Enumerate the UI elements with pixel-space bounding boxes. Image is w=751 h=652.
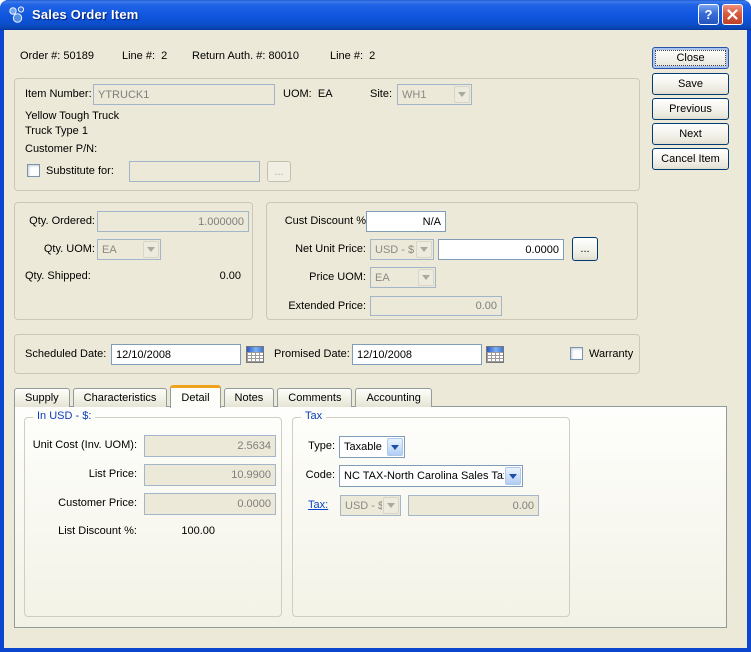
price-uom-select[interactable]: EA xyxy=(370,267,436,288)
promised-calendar-icon[interactable] xyxy=(486,346,504,363)
item-description-line1: Yellow Tough Truck xyxy=(25,110,119,122)
customer-price-label: Customer Price: xyxy=(27,497,137,509)
chevron-down-icon xyxy=(454,86,470,103)
qty-shipped-value: 0.00 xyxy=(97,270,241,282)
detail-tab-panel: In USD - $: Unit Cost (Inv. UOM): 2.5634… xyxy=(14,406,727,628)
tax-code-label: Code: xyxy=(297,469,335,481)
tax-code-select[interactable]: NC TAX-North Carolina Sales Tax xyxy=(339,465,523,487)
chevron-down-icon xyxy=(418,269,434,286)
scheduled-date-label: Scheduled Date: xyxy=(25,348,106,360)
qty-shipped-label: Qty. Shipped: xyxy=(25,270,91,282)
site-select[interactable]: WH1 xyxy=(397,84,472,105)
net-unit-price-field[interactable]: 0.0000 xyxy=(438,239,564,260)
list-price-field[interactable]: 10.9900 xyxy=(144,464,276,486)
tax-group: Tax Type: Taxable Code: NC TAX-North Car… xyxy=(292,417,570,617)
next-button[interactable]: Next xyxy=(652,123,729,145)
chevron-down-icon xyxy=(416,241,432,258)
close-icon xyxy=(727,9,738,20)
scheduled-date-field[interactable]: 12/10/2008 xyxy=(111,344,241,365)
order-info-row: Order #: 50189 Line #: 2 Return Auth. #:… xyxy=(0,50,650,64)
cust-discount-field[interactable]: N/A xyxy=(366,211,446,232)
line-number-1: Line #: 2 xyxy=(122,50,167,62)
help-icon: ? xyxy=(705,7,713,22)
return-auth-number: Return Auth. #: 80010 xyxy=(192,50,299,62)
titlebar[interactable]: Sales Order Item ? xyxy=(0,0,751,30)
price-uom-label: Price UOM: xyxy=(273,271,366,283)
item-description-line2: Truck Type 1 xyxy=(25,125,88,137)
chevron-down-icon xyxy=(383,497,399,514)
quantity-group: Qty. Ordered: 1.000000 Qty. UOM: EA Qty.… xyxy=(14,202,253,320)
list-price-label: List Price: xyxy=(27,468,137,480)
item-number-label: Item Number: xyxy=(25,88,92,100)
qty-uom-select[interactable]: EA xyxy=(97,239,161,260)
pricing-group: Cust Discount % N/A Net Unit Price: USD … xyxy=(266,202,638,320)
order-number: Order #: 50189 xyxy=(20,50,94,62)
cust-discount-label: Cust Discount % xyxy=(273,215,366,227)
previous-button[interactable]: Previous xyxy=(652,98,729,120)
app-icon xyxy=(8,5,28,25)
save-button[interactable]: Save xyxy=(652,73,729,95)
warranty-checkbox[interactable] xyxy=(570,347,583,360)
uom-label: UOM: EA xyxy=(283,88,333,100)
list-discount-value: 100.00 xyxy=(144,525,215,537)
tax-group-title: Tax xyxy=(301,410,326,422)
list-discount-label: List Discount %: xyxy=(27,525,137,537)
scheduled-calendar-icon[interactable] xyxy=(246,346,264,363)
tab-detail[interactable]: Detail xyxy=(170,385,220,408)
chevron-down-icon xyxy=(387,438,403,456)
sales-order-item-window: Sales Order Item ? Order #: 50189 Line #… xyxy=(0,0,751,652)
tax-currency-select[interactable]: USD - $ xyxy=(340,495,401,516)
substitute-checkbox[interactable] xyxy=(27,164,40,177)
promised-date-field[interactable]: 12/10/2008 xyxy=(352,344,482,365)
net-unit-price-browse-button[interactable]: ... xyxy=(572,237,598,261)
net-unit-price-currency-select[interactable]: USD - $ xyxy=(370,239,434,260)
close-button[interactable]: Close xyxy=(652,47,729,69)
site-label: Site: xyxy=(370,88,392,100)
item-group: Item Number: YTRUCK1 UOM: EA Site: WH1 Y… xyxy=(14,78,640,191)
tax-type-label: Type: xyxy=(297,440,335,452)
tax-type-select[interactable]: Taxable xyxy=(339,436,405,458)
promised-date-label: Promised Date: xyxy=(274,348,350,360)
substitute-browse-button[interactable]: ... xyxy=(267,161,291,182)
usd-group: In USD - $: Unit Cost (Inv. UOM): 2.5634… xyxy=(24,417,282,617)
tab-characteristics[interactable]: Characteristics xyxy=(73,388,168,407)
tax-link[interactable]: Tax: xyxy=(308,499,328,511)
qty-ordered-label: Qty. Ordered: xyxy=(25,215,95,227)
substitute-label: Substitute for: xyxy=(46,165,114,177)
tab-accounting[interactable]: Accounting xyxy=(355,388,431,407)
help-button[interactable]: ? xyxy=(698,4,719,25)
extended-price-field[interactable]: 0.00 xyxy=(370,296,502,316)
window-title: Sales Order Item xyxy=(32,7,139,22)
uom-value: EA xyxy=(318,88,333,100)
dates-group: Scheduled Date: 12/10/2008 Promised Date… xyxy=(14,334,640,374)
line-number-2: Line #: 2 xyxy=(330,50,375,62)
chevron-down-icon xyxy=(505,467,521,485)
tab-strip: Supply Characteristics Detail Notes Comm… xyxy=(14,384,432,407)
extended-price-label: Extended Price: xyxy=(273,300,366,312)
qty-ordered-field[interactable]: 1.000000 xyxy=(97,211,249,232)
tab-supply[interactable]: Supply xyxy=(14,388,70,407)
substitute-field[interactable] xyxy=(129,161,260,182)
tab-notes[interactable]: Notes xyxy=(224,388,275,407)
net-unit-price-label: Net Unit Price: xyxy=(273,243,366,255)
customer-price-field[interactable]: 0.0000 xyxy=(144,493,276,515)
warranty-label: Warranty xyxy=(589,348,633,360)
cancel-item-button[interactable]: Cancel Item xyxy=(652,148,729,170)
chevron-down-icon xyxy=(143,241,159,258)
customer-pn-label: Customer P/N: xyxy=(25,143,97,155)
window-close-button[interactable] xyxy=(722,4,743,25)
qty-uom-label: Qty. UOM: xyxy=(25,243,95,255)
tax-amount-field[interactable]: 0.00 xyxy=(408,495,539,516)
unit-cost-field[interactable]: 2.5634 xyxy=(144,435,276,457)
tab-comments[interactable]: Comments xyxy=(277,388,352,407)
item-number-field[interactable]: YTRUCK1 xyxy=(93,84,275,105)
unit-cost-label: Unit Cost (Inv. UOM): xyxy=(27,439,137,451)
usd-group-title: In USD - $: xyxy=(33,410,95,422)
